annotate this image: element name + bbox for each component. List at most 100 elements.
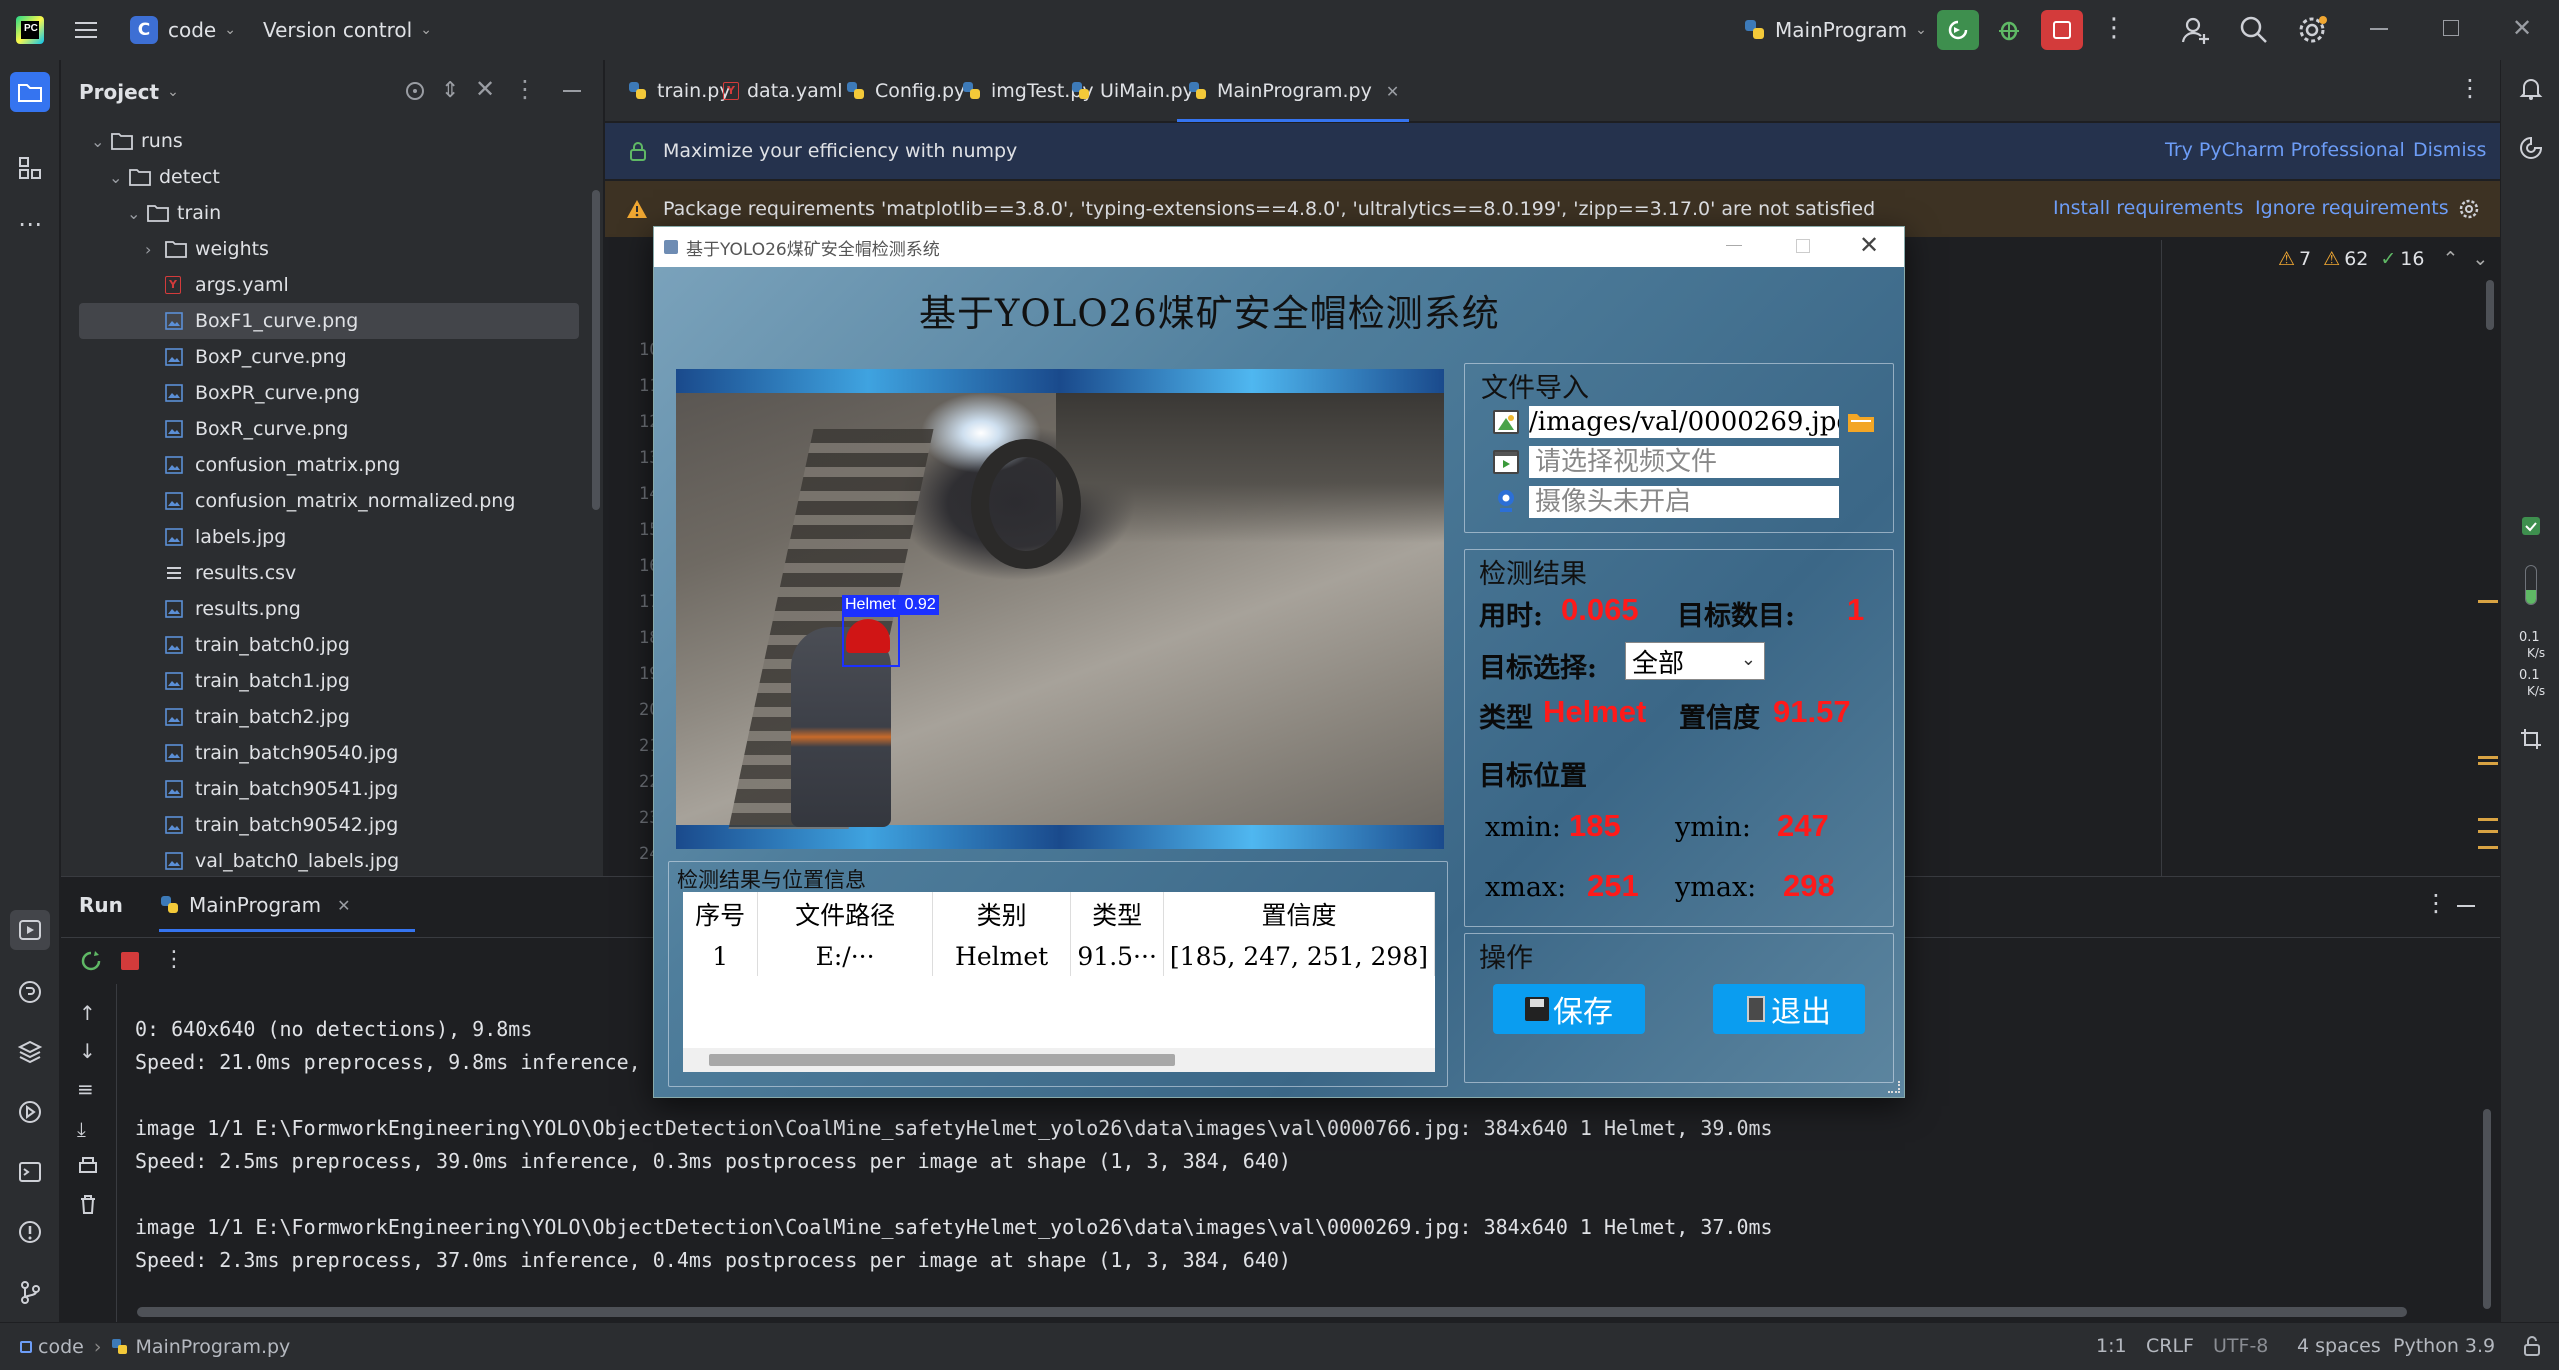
debug-button[interactable] [1993,14,2025,46]
video-file-icon[interactable] [1493,450,1519,474]
tree-item[interactable]: train_batch0.jpg [61,627,581,663]
stop-button[interactable] [2041,10,2083,50]
tree-item[interactable]: ⌄ train [61,195,581,231]
crop-screenshot-icon[interactable] [2515,723,2547,755]
close-window-icon[interactable]: ✕ [2508,14,2536,42]
more-tools-icon[interactable]: ⋯ [14,208,46,240]
locate-file-icon[interactable] [403,79,427,103]
collapse-all-icon[interactable]: ✕ [475,75,495,103]
resize-grip-icon[interactable] [1888,1081,1900,1093]
table-header-cell[interactable]: 序号 [683,892,759,936]
breadcrumb-file[interactable]: MainProgram.py [135,1336,290,1358]
folder-open-icon[interactable] [1847,410,1875,434]
run-more-icon[interactable]: ⋮ [163,947,185,972]
table-header-cell[interactable]: 置信度 [1163,892,1435,936]
editor-tab[interactable]: MainProgram.py ✕ [1177,60,1410,122]
structure-icon[interactable] [14,152,46,184]
tree-item[interactable]: val_batch0_labels.jpg [61,843,581,876]
breadcrumb-project[interactable]: code [38,1336,84,1358]
chevron-down-icon[interactable]: ⌄ [167,84,179,100]
tree-item[interactable]: ⌄ detect [61,159,581,195]
camera-icon[interactable] [1495,488,1517,514]
minimize-window-icon[interactable] [2370,28,2388,30]
hide-run-panel-icon[interactable] [2457,905,2475,907]
git-icon[interactable] [14,1276,46,1308]
chevron-down-icon[interactable]: ⌄ [2472,248,2488,270]
editor-tab[interactable]: Config.py [845,60,965,122]
table-header-cell[interactable]: 类型 [1070,892,1164,936]
console-h-scrollbar[interactable] [137,1307,2407,1317]
tree-item[interactable]: train_batch90542.jpg [61,807,581,843]
services-icon[interactable] [14,1096,46,1128]
table-header-cell[interactable]: 文件路径 [757,892,933,936]
tree-item[interactable]: labels.jpg [61,519,581,555]
run-options-icon[interactable]: ⋮ [2424,889,2448,917]
restore-window-icon[interactable] [2443,20,2459,36]
expand-all-icon[interactable]: ⇕ [441,78,459,103]
tree-item[interactable]: results.png [61,591,581,627]
tree-item[interactable]: train_batch90541.jpg [61,771,581,807]
tree-item[interactable]: confusion_matrix.png [61,447,581,483]
table-h-scrollbar[interactable] [709,1054,1175,1066]
terminal-icon[interactable] [14,1156,46,1188]
target-select-dropdown[interactable]: 全部 ⌄ [1625,642,1765,680]
python-interpreter[interactable]: Python 3.9 [2393,1335,2495,1357]
banner-settings-gear-icon[interactable] [2457,197,2481,221]
vcs-selector[interactable]: Version control ⌄ [263,14,432,46]
video-path-field[interactable]: 请选择视频文件 [1529,446,1839,478]
tree-item[interactable]: ⌄ runs [61,123,581,159]
notifications-icon[interactable] [2515,72,2547,104]
run-panel-tab-run[interactable]: Run [79,893,123,917]
tree-item[interactable]: results.csv [61,555,581,591]
table-header-cell[interactable]: 类别 [932,892,1072,936]
image-path-field[interactable]: /images/val/0000269.jpg [1529,406,1839,438]
camera-status-field[interactable]: 摄像头未开启 [1529,486,1839,518]
settings-gear-icon[interactable] [2296,14,2328,46]
console-v-scrollbar[interactable] [2483,1109,2491,1309]
tab-options-icon[interactable]: ⋮ [2458,74,2482,102]
project-panel-title[interactable]: Project [79,80,159,104]
file-encoding[interactable]: UTF-8 [2213,1335,2268,1357]
layers-icon[interactable] [14,1036,46,1068]
install-requirements-link[interactable]: Install requirements [2053,197,2243,219]
stop-icon[interactable] [121,952,139,970]
ignore-requirements-link[interactable]: Ignore requirements [2255,197,2449,219]
run-config-selector[interactable]: MainProgram ⌄ [1743,14,1927,46]
chevron-down-icon[interactable]: ⌄ [127,204,147,223]
app-close-icon[interactable]: ✕ [1859,231,1879,259]
image-file-icon[interactable] [1493,410,1519,434]
chevron-down-icon[interactable]: ⌄ [109,168,129,187]
exit-button[interactable]: 退出 [1713,984,1865,1034]
tree-item[interactable]: train_batch2.jpg [61,699,581,735]
clear-icon[interactable] [77,1193,99,1215]
chevron-up-icon[interactable]: ⌃ [2442,248,2458,270]
project-selector[interactable]: C code ⌄ [130,14,236,46]
caret-position[interactable]: 1:1 [2096,1335,2127,1357]
chevron-right-icon[interactable]: › [145,240,165,259]
soft-wrap-icon[interactable]: ≡ [77,1077,94,1101]
tree-item[interactable]: BoxR_curve.png [61,411,581,447]
tree-item[interactable]: › weights [61,231,581,267]
rerun-icon[interactable] [79,949,103,973]
line-separator[interactable]: CRLF [2146,1335,2194,1357]
try-pro-link[interactable]: Try PyCharm Professional [2165,139,2405,161]
tree-item[interactable]: confusion_matrix_normalized.png [61,483,581,519]
dismiss-link[interactable]: Dismiss [2413,139,2486,161]
tree-item[interactable]: Yargs.yaml [61,267,581,303]
rerun-button[interactable] [1937,10,1979,50]
problems-icon[interactable] [14,1216,46,1248]
inspections-widget[interactable]: ⚠ 7 ⚠ 62 ✓ 16 ⌃ ⌄ [2278,246,2488,272]
save-button[interactable]: 保存 [1493,984,1645,1034]
tree-item[interactable]: BoxPR_curve.png [61,375,581,411]
more-actions-icon[interactable]: ⋮ [2100,14,2128,46]
table-row[interactable]: 1 E:/··· Helmet 91.5··· [185, 247, 251, 298] [683,936,1435,976]
run-tool-icon[interactable] [10,910,50,950]
close-tab-icon[interactable]: ✕ [1386,82,1399,101]
add-user-icon[interactable] [2180,14,2212,46]
indent-setting[interactable]: 4 spaces [2297,1335,2381,1357]
tree-item[interactable]: train_batch1.jpg [61,663,581,699]
project-folder-icon[interactable] [10,72,50,112]
tree-item[interactable]: BoxF1_curve.png [79,303,579,339]
app-maximize-icon[interactable] [1796,239,1810,253]
editor-tab[interactable]: train.py [627,60,731,122]
